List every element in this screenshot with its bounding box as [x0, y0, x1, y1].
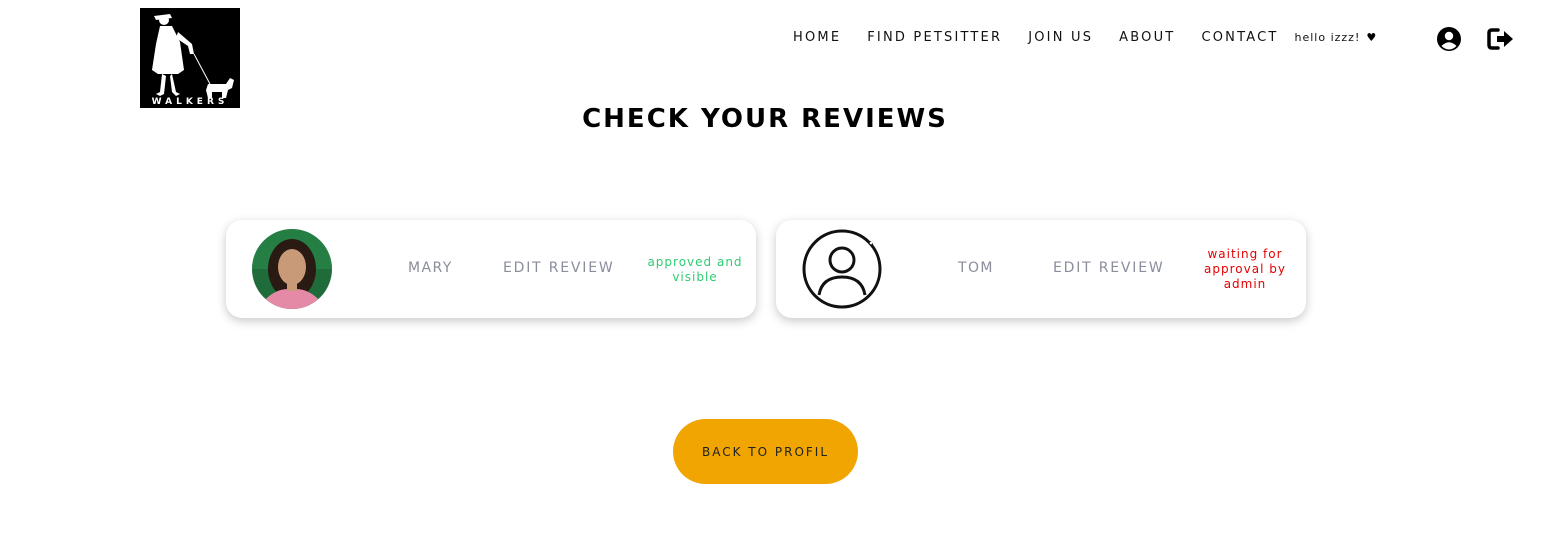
default-user-avatar-icon [802, 229, 882, 309]
nav-home[interactable]: HOME [793, 30, 841, 45]
page-title: CHECK YOUR REVIEWS [582, 104, 948, 134]
user-greeting: hello izzz! [1294, 31, 1361, 44]
nav-find-petsitter[interactable]: FIND PETSITTER [867, 30, 1002, 45]
walkers-logo[interactable]: WALKERS [140, 8, 240, 108]
back-to-profile-button[interactable]: BACK TO PROFIL [673, 419, 858, 484]
review-card: MARY EDIT REVIEW approved and visible [226, 220, 756, 318]
review-card: TOM EDIT REVIEW waiting for approval by … [776, 220, 1306, 318]
avatar [802, 229, 882, 309]
reviewer-name: MARY [408, 260, 453, 276]
nav-join-us[interactable]: JOIN US [1028, 30, 1093, 45]
edit-review-button[interactable]: EDIT REVIEW [503, 260, 615, 276]
user-circle-icon[interactable] [1436, 26, 1462, 52]
nav-about[interactable]: ABOUT [1119, 30, 1175, 45]
reviewer-name: TOM [958, 260, 994, 276]
review-status: waiting for approval by admin [1204, 247, 1286, 291]
walker-silhouette-icon [152, 14, 234, 98]
avatar [252, 229, 332, 309]
logout-icon[interactable] [1487, 26, 1515, 52]
review-status: approved and visible [647, 255, 743, 284]
user-photo-avatar [252, 229, 332, 309]
edit-review-button[interactable]: EDIT REVIEW [1053, 260, 1165, 276]
heart-icon: ♥ [1366, 31, 1377, 44]
main-nav: HOME FIND PETSITTER JOIN US ABOUT CONTAC… [793, 30, 1376, 45]
nav-contact[interactable]: CONTACT [1201, 30, 1278, 45]
